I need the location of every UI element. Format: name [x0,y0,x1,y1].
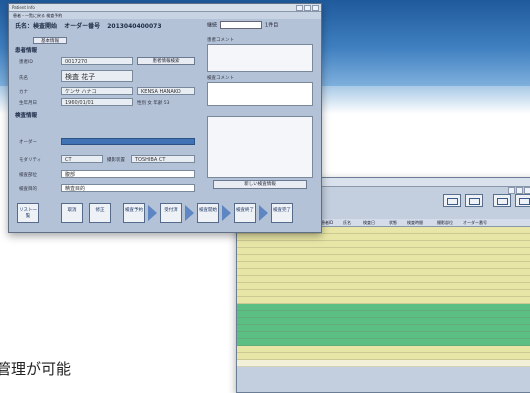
table-row[interactable] [237,317,530,318]
cancel-button[interactable]: 取消 [61,203,83,223]
table-row[interactable] [237,289,530,290]
purpose-select[interactable]: 精査目的 [61,184,195,192]
basic-info-tab[interactable]: 基本情報 [33,37,67,44]
maximize-icon[interactable] [304,5,311,11]
start-exam-button[interactable]: 検査開始 [197,203,219,223]
patient-dialog: Patient Info 患者・一覧に戻る 検査予約 氏名：検査開始 オーダー番… [8,3,322,233]
caption-text: 管理が可能 [0,360,72,378]
table-row[interactable] [237,331,530,332]
new-exam-button[interactable]: 新しい検査情報 [213,180,307,189]
table-row[interactable] [237,352,530,353]
col-header[interactable]: 検査日 [363,219,375,226]
col-header[interactable]: 検査時間 [407,219,423,226]
status-area: 継続 1件目 [207,21,278,29]
reception-button[interactable]: 受付済 [160,203,182,223]
exam-comment-box[interactable] [207,82,313,106]
reserve-button[interactable]: 検査予約 [123,203,145,223]
settings-button[interactable] [515,194,530,207]
patient-name-field[interactable]: 検査 花子 [61,70,133,82]
col-header[interactable]: 撮影部位 [437,219,453,226]
field-label: オーダー [19,140,37,145]
col-header[interactable]: 患者ID [321,219,333,226]
device-label: 撮影装置 [107,158,125,163]
comment-label: 検査コメント [207,76,234,81]
print-icon [468,198,480,205]
export-icon [496,198,508,205]
end-exam-button[interactable]: 検査終了 [234,203,256,223]
print-button[interactable] [465,194,483,207]
order-number: 2013040400073 [107,23,162,30]
export-button[interactable] [493,194,511,207]
table-row[interactable] [237,366,530,367]
edit-button[interactable]: 修正 [89,203,111,223]
arrow-right-icon [259,205,268,221]
table-row[interactable] [237,254,530,255]
dialog-menu[interactable]: 患者・一覧に戻る 検査予約 [9,12,321,19]
list-row-band [237,227,530,304]
table-row[interactable] [237,261,530,262]
table-row[interactable] [237,310,530,311]
field-label: 検査目的 [19,187,37,192]
close-icon[interactable] [312,5,319,11]
exam-detail-list[interactable] [207,116,313,178]
col-header[interactable]: 状態 [389,219,397,226]
table-row[interactable] [237,268,530,269]
calendar-icon [446,198,458,205]
patient-memo-box[interactable] [207,44,313,72]
close-icon[interactable] [524,187,530,194]
exam-start-label: 氏名：検査開始 [15,23,58,30]
romaji-field[interactable]: KENSA HANAKO [137,87,195,95]
table-row[interactable] [237,296,530,297]
patient-section-title: 患者情報 [15,48,38,54]
dialog-title: Patient Info [12,5,35,10]
table-row[interactable] [237,338,530,339]
status-field[interactable] [220,21,263,29]
exam-section-title: 検査情報 [15,113,38,119]
arrow-right-icon [148,205,157,221]
patient-lookup-button[interactable]: 患者情報検索 [137,57,195,65]
minimize-icon[interactable] [508,187,515,194]
dialog-header: 氏名：検査開始 オーダー番号 2013040400073 [15,21,162,30]
arrow-right-icon [185,205,194,221]
modality-select[interactable]: CT [61,155,103,163]
field-label: 氏名 [19,76,28,81]
maximize-icon[interactable] [516,187,523,194]
field-label: 患者ID [19,60,33,65]
list-view-button[interactable]: リスト一覧 [17,203,39,223]
field-label: カナ [19,90,28,95]
arrow-right-icon [222,205,231,221]
order-select[interactable] [61,138,195,145]
settings-icon [518,198,530,205]
record-count: 1件目 [265,22,279,29]
col-header[interactable]: 氏名 [343,219,351,226]
memo-label: 患者コメント [207,38,234,43]
birthdate-field[interactable]: 1960/01/01 [61,98,133,106]
order-label: オーダー番号 [64,23,101,30]
minimize-icon[interactable] [296,5,303,11]
status-label: 継続 [207,22,218,29]
table-row[interactable] [237,275,530,276]
table-row[interactable] [237,247,530,248]
calendar-button[interactable] [443,194,461,207]
table-row[interactable] [237,282,530,283]
list-row-band [237,346,530,360]
device-select[interactable]: TOSHIBA CT [131,155,195,163]
dialog-titlebar: Patient Info [9,4,321,12]
patient-kana-field[interactable]: ケンサ ハナコ [61,87,133,95]
complete-exam-button[interactable]: 検査完了 [271,203,293,223]
col-header[interactable]: オーダー番号 [463,219,487,226]
field-label: モダリティ [19,158,42,163]
field-label: 生年月日 [19,101,37,106]
table-row[interactable] [237,324,530,325]
field-label: 検査部位 [19,173,37,178]
body-part-select[interactable]: 腹部 [61,170,195,178]
table-row[interactable] [237,240,530,241]
exam-list-rows[interactable] [237,227,530,392]
patient-id-field[interactable]: 0017270 [61,57,133,65]
dialog-window-controls [295,5,319,13]
gender-age: 性別 女 年齢 53 [137,101,170,106]
table-row[interactable] [237,233,530,234]
